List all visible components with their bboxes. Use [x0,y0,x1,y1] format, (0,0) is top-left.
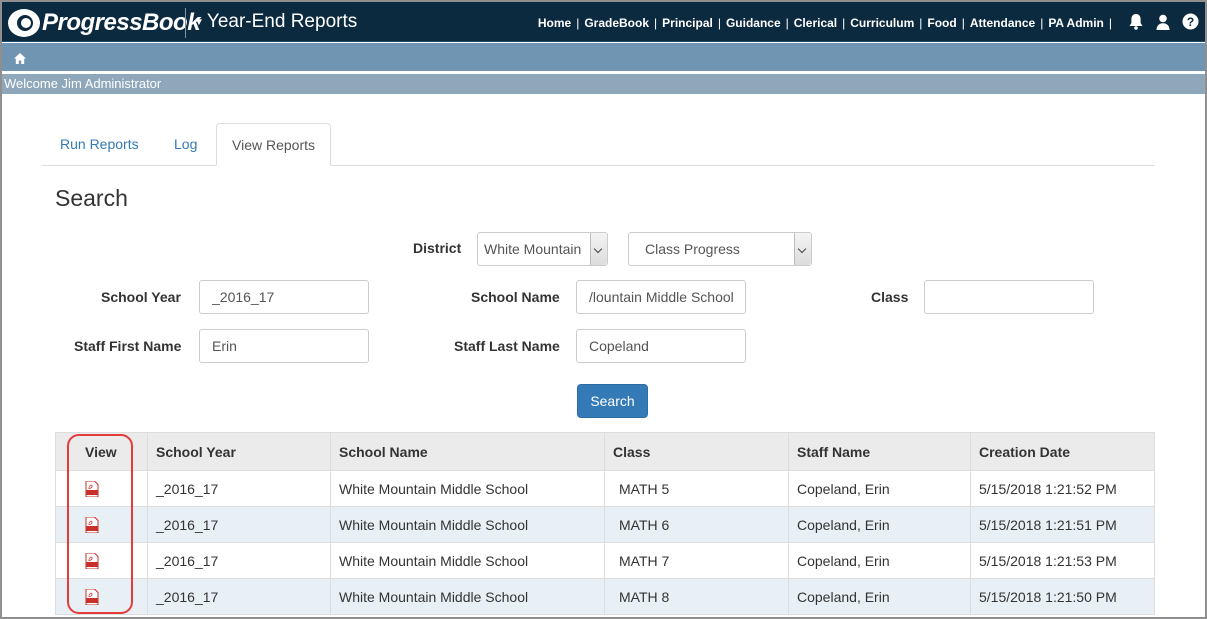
progressbook-logo-icon [8,9,40,37]
nav-principal[interactable]: Principal [662,16,713,30]
tab-log[interactable]: Log [159,123,212,166]
district-select-value: White Mountain [484,241,582,257]
table-row: _2016_17 White Mountain Middle School MA… [55,578,1155,615]
class-cell: MATH 5 [604,470,789,507]
table-header-row: View School Year School Name Class Staff… [55,432,1155,471]
staff-first-name-label: Staff First Name [74,338,182,354]
nav-separator: | [961,16,965,30]
column-header-view[interactable]: View [55,432,148,471]
staff-name-cell: Copeland, Erin [788,542,971,579]
view-cell [55,542,148,579]
logo-divider [185,8,186,38]
nav-attendance[interactable]: Attendance [970,16,1035,30]
nav-food[interactable]: Food [927,16,956,30]
view-cell [55,578,148,615]
table-row: _2016_17 White Mountain Middle School MA… [55,542,1155,579]
caret-down-icon: ▼ [194,16,204,28]
nav-separator: | [1040,16,1044,30]
school-year-cell: _2016_17 [147,578,331,615]
report-type-select[interactable]: Class Progress [628,232,812,266]
brand-name: ProgressBook [42,9,201,36]
tab-run-reports[interactable]: Run Reports [45,123,154,166]
pdf-icon[interactable] [85,588,99,606]
class-label: Class [871,289,909,305]
nav-separator: | [717,16,721,30]
creation-date-cell: 5/15/2018 1:21:50 PM [970,578,1155,615]
staff-last-name-label: Staff Last Name [454,338,560,354]
staff-name-cell: Copeland, Erin [788,470,971,507]
top-navigation: Home | GradeBook | Principal | Guidance | Cl… [538,16,1117,30]
creation-date-cell: 5/15/2018 1:21:53 PM [970,542,1155,579]
nav-clerical[interactable]: Clerical [794,16,837,30]
nav-guidance[interactable]: Guidance [726,16,781,30]
table-row: _2016_17 White Mountain Middle School MA… [55,506,1155,543]
progressbook-logo[interactable]: ProgressBook [8,8,201,38]
district-label: District [413,240,462,256]
nav-separator: | [785,16,789,30]
district-select[interactable]: White Mountain [477,232,608,266]
search-button[interactable]: Search [577,384,648,418]
top-bar: ProgressBook ▼ Year-End Reports Home | Gr… [2,2,1205,42]
school-name-input[interactable] [576,280,746,314]
svg-text:?: ? [1187,15,1194,29]
staff-first-name-input[interactable] [199,329,369,363]
nav-curriculum[interactable]: Curriculum [850,16,914,30]
search-heading: Search [55,185,128,211]
chevron-down-icon [590,233,607,265]
creation-date-cell: 5/15/2018 1:21:51 PM [970,506,1155,543]
view-cell [55,506,148,543]
nav-separator: | [842,16,846,30]
nav-separator: | [1108,16,1112,30]
bell-icon[interactable] [1128,13,1144,33]
staff-name-cell: Copeland, Erin [788,506,971,543]
report-type-select-value: Class Progress [645,241,740,257]
class-cell: MATH 7 [604,542,789,579]
nav-gradebook[interactable]: GradeBook [584,16,649,30]
school-name-cell: White Mountain Middle School [330,578,605,615]
app-menu-dropdown[interactable]: ▼ Year-End Reports [194,11,357,33]
column-header-staff-name[interactable]: Staff Name [788,432,971,471]
nav-home[interactable]: Home [538,16,571,30]
table-row: _2016_17 White Mountain Middle School MA… [55,470,1155,507]
column-header-school-name[interactable]: School Name [330,432,605,471]
school-name-cell: White Mountain Middle School [330,470,605,507]
nav-separator: | [576,16,580,30]
tab-bar: Run Reports Log View Reports [42,123,1155,166]
tab-view-reports[interactable]: View Reports [216,123,332,166]
column-header-creation-date[interactable]: Creation Date [970,432,1155,471]
school-year-cell: _2016_17 [147,506,331,543]
breadcrumb-bar [2,43,1205,71]
school-name-label: School Name [471,289,560,305]
class-input[interactable] [924,280,1094,314]
app-title: Year-End Reports [206,11,358,32]
pdf-icon[interactable] [85,480,99,498]
header-icons: ? [1128,13,1199,33]
pdf-icon[interactable] [85,516,99,534]
nav-separator: | [654,16,658,30]
column-header-school-year[interactable]: School Year [147,432,331,471]
staff-last-name-input[interactable] [576,329,746,363]
school-year-cell: _2016_17 [147,542,331,579]
school-year-input[interactable] [199,280,369,314]
home-icon[interactable] [14,51,26,64]
results-table: View School Year School Name Class Staff… [55,432,1155,615]
school-name-cell: White Mountain Middle School [330,542,605,579]
pdf-icon[interactable] [85,552,99,570]
nav-separator: | [919,16,923,30]
school-year-cell: _2016_17 [147,470,331,507]
column-header-class[interactable]: Class [604,432,789,471]
user-icon[interactable] [1156,14,1170,33]
creation-date-cell: 5/15/2018 1:21:52 PM [970,470,1155,507]
nav-pa-admin[interactable]: PA Admin [1048,16,1104,30]
help-icon[interactable]: ? [1182,13,1199,33]
welcome-message: Welcome Jim Administrator [2,74,1205,94]
school-name-cell: White Mountain Middle School [330,506,605,543]
view-cell [55,470,148,507]
staff-name-cell: Copeland, Erin [788,578,971,615]
class-cell: MATH 8 [604,578,789,615]
app-frame: ProgressBook ▼ Year-End Reports Home | Gr… [0,0,1207,619]
class-cell: MATH 6 [604,506,789,543]
chevron-down-icon [794,233,811,265]
school-year-label: School Year [101,289,181,305]
